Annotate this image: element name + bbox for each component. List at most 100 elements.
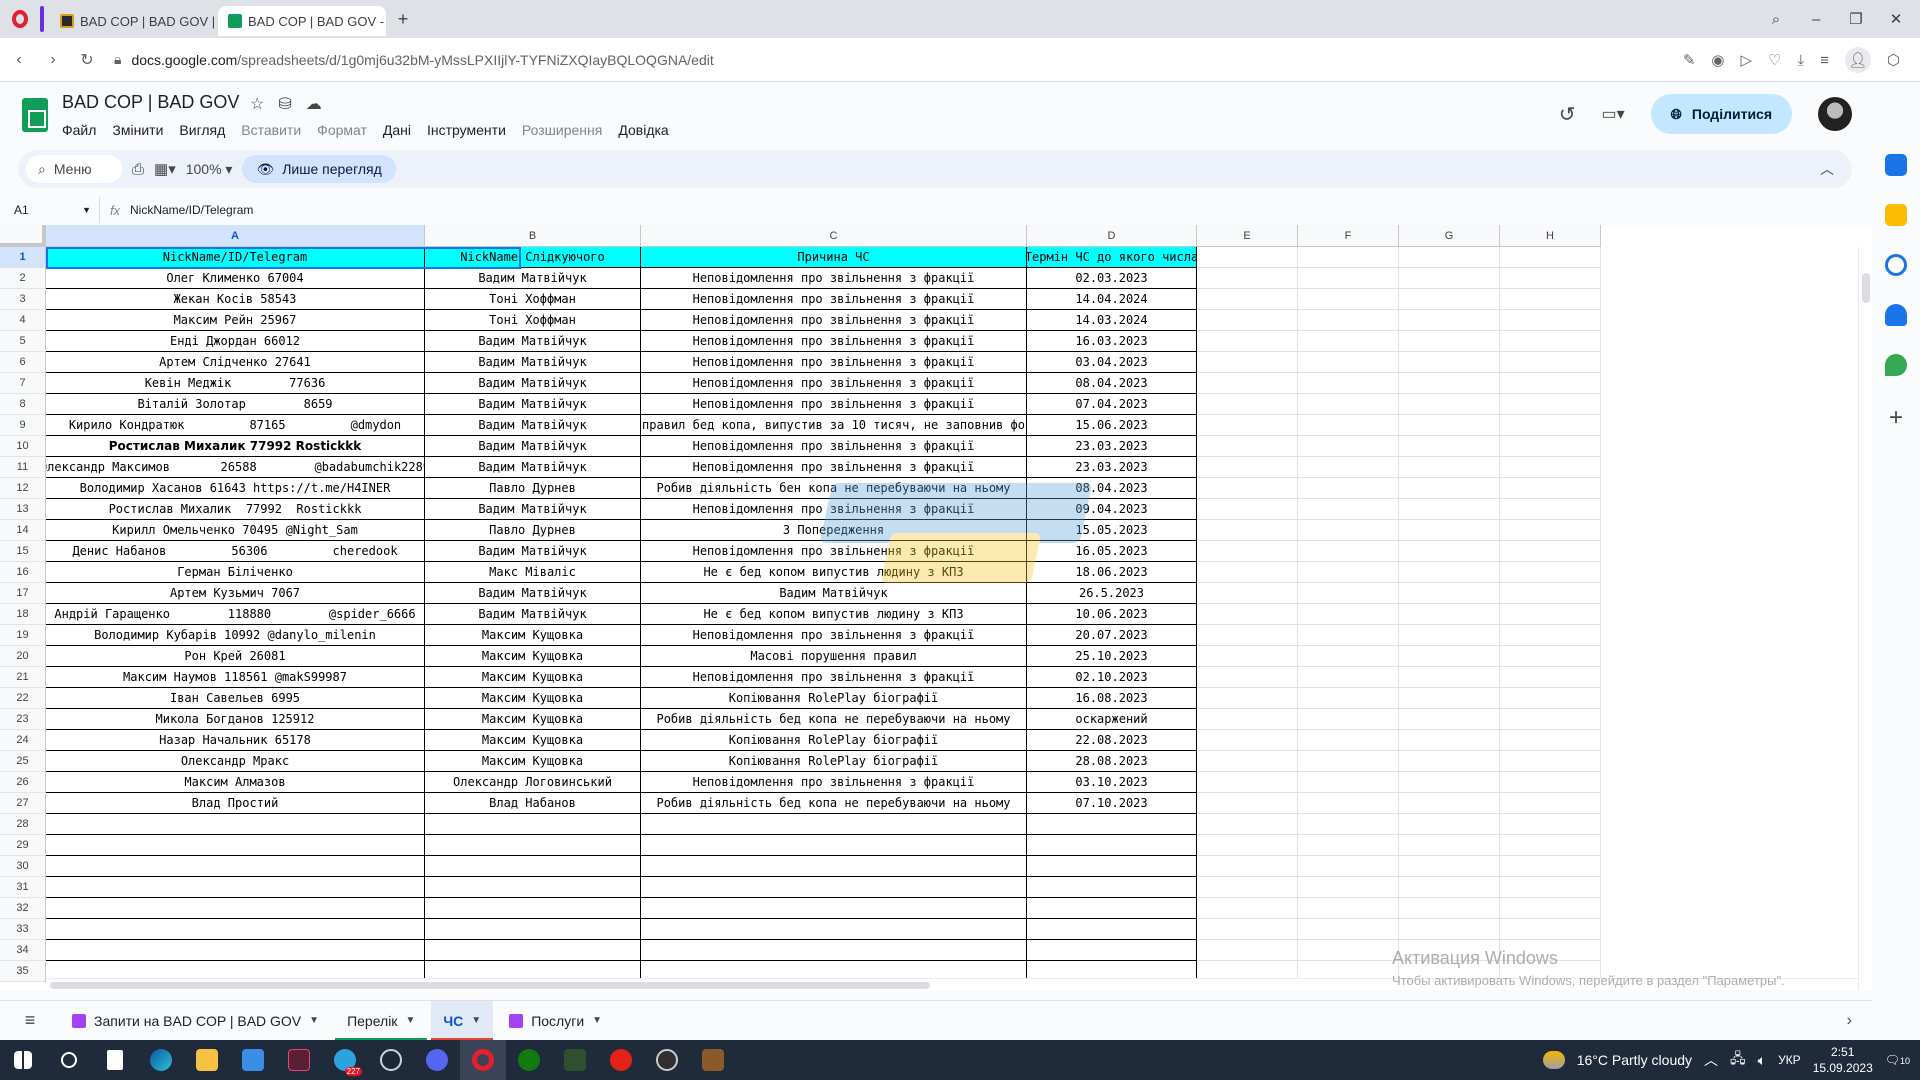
table-cell[interactable] <box>1197 667 1298 688</box>
table-cell[interactable] <box>1197 268 1298 289</box>
table-cell[interactable] <box>1399 415 1500 436</box>
row-header[interactable]: 27 <box>0 793 46 814</box>
table-cell[interactable] <box>1298 919 1399 940</box>
close-window-button[interactable]: ✕ <box>1876 0 1916 38</box>
table-cell[interactable]: Максим Кущовка <box>425 709 641 730</box>
table-cell[interactable]: 20.07.2023 <box>1027 625 1197 646</box>
table-cell[interactable] <box>1399 898 1500 919</box>
table-cell[interactable] <box>1197 541 1298 562</box>
table-cell[interactable]: Неповідомлення про звільнення з фракції <box>641 667 1027 688</box>
avatar[interactable] <box>1818 97 1852 131</box>
table-cell[interactable] <box>1500 793 1601 814</box>
profile-icon[interactable]: 👤︎ <box>1844 47 1871 73</box>
add-addon-icon[interactable]: + <box>1889 404 1903 432</box>
table-cell[interactable] <box>1027 814 1197 835</box>
table-cell[interactable]: 25.10.2023 <box>1027 646 1197 667</box>
table-cell[interactable] <box>1298 415 1399 436</box>
table-cell[interactable] <box>1298 541 1399 562</box>
table-cell[interactable] <box>641 898 1027 919</box>
row-header[interactable]: 7 <box>0 373 46 394</box>
table-cell[interactable]: Ростислав Михалик 77992 Rostickkk <box>46 436 425 457</box>
row-header[interactable]: 2 <box>0 268 46 289</box>
forward-button[interactable]: › <box>36 43 70 77</box>
youtube-icon[interactable] <box>598 1040 644 1080</box>
table-cell[interactable] <box>1298 331 1399 352</box>
move-to-folder-icon[interactable]: ⛁ <box>278 94 291 114</box>
table-cell[interactable] <box>1500 247 1601 268</box>
table-cell[interactable] <box>1500 436 1601 457</box>
table-cell[interactable]: Артем Слідченко 27641 <box>46 352 425 373</box>
print-icon[interactable]: ⎙ <box>132 161 144 178</box>
table-cell[interactable]: Не є бед копом випустив людину з КПЗ <box>641 562 1027 583</box>
table-cell[interactable] <box>1298 436 1399 457</box>
column-header-c[interactable]: C <box>641 225 1027 247</box>
table-cell[interactable]: Неповідомлення про звільнення з фракції <box>641 268 1027 289</box>
table-cell[interactable] <box>1298 457 1399 478</box>
formula-input[interactable]: NickName/ID/Telegram <box>130 203 253 217</box>
table-cell[interactable]: Денис Набанов 56306 cheredook <box>46 541 425 562</box>
table-cell[interactable]: Неповідомлення про звільнення з фракції <box>641 373 1027 394</box>
table-cell[interactable]: Неповідомлення про звільнення з фракції <box>641 436 1027 457</box>
table-cell[interactable]: Вадим Матвійчук <box>641 583 1027 604</box>
table-cell[interactable] <box>1500 583 1601 604</box>
row-header[interactable]: 26 <box>0 772 46 793</box>
table-cell[interactable] <box>1500 352 1601 373</box>
table-cell[interactable] <box>1399 310 1500 331</box>
table-cell[interactable]: Максим Кущовка <box>425 646 641 667</box>
table-cell[interactable]: Максим Рейн 25967 <box>46 310 425 331</box>
table-cell[interactable] <box>425 814 641 835</box>
name-box[interactable]: A1 ▼ <box>0 197 100 223</box>
search-tabs-icon[interactable]: ⌕ <box>1756 0 1796 38</box>
table-cell[interactable]: Вадим Матвійчук <box>425 268 641 289</box>
menu-item[interactable]: Інструменти <box>419 120 514 140</box>
table-cell[interactable]: Робив діяльність бед копа не перебуваючи… <box>641 793 1027 814</box>
new-tab-button[interactable]: + <box>390 6 416 32</box>
table-cell[interactable] <box>1500 667 1601 688</box>
vegas-icon[interactable] <box>276 1040 322 1080</box>
table-cell[interactable]: 16.05.2023 <box>1027 541 1197 562</box>
table-cell[interactable]: 15.06.2023 <box>1027 415 1197 436</box>
row-header[interactable]: 20 <box>0 646 46 667</box>
table-cell[interactable]: 10.06.2023 <box>1027 604 1197 625</box>
menu-item[interactable]: Формат <box>309 120 375 140</box>
table-cell[interactable] <box>1399 436 1500 457</box>
star-icon[interactable]: ☆ <box>250 94 264 114</box>
table-cell[interactable] <box>1197 415 1298 436</box>
table-cell[interactable]: Вадим Матвійчук <box>425 436 641 457</box>
table-cell[interactable]: 03.10.2023 <box>1027 772 1197 793</box>
table-cell[interactable] <box>1399 352 1500 373</box>
table-cell[interactable]: Вадим Матвійчук <box>425 541 641 562</box>
table-cell[interactable] <box>1197 562 1298 583</box>
discord-icon[interactable] <box>414 1040 460 1080</box>
table-cell[interactable] <box>425 835 641 856</box>
table-cell[interactable] <box>1197 457 1298 478</box>
table-cell[interactable] <box>1500 331 1601 352</box>
table-cell[interactable] <box>1027 835 1197 856</box>
column-header-e[interactable]: E <box>1197 225 1298 247</box>
table-cell[interactable] <box>1399 919 1500 940</box>
table-cell[interactable] <box>1197 793 1298 814</box>
column-header-h[interactable]: H <box>1500 225 1601 247</box>
side-panel-toggle-icon[interactable]: › <box>1847 1012 1852 1030</box>
table-cell[interactable] <box>1500 520 1601 541</box>
table-cell[interactable]: Вадим Матвійчук <box>425 415 641 436</box>
row-header[interactable]: 10 <box>0 436 46 457</box>
table-cell[interactable]: Вадим Матвійчук <box>425 583 641 604</box>
table-cell[interactable]: Олександр Максимов 26588 @badabumchik228… <box>46 457 425 478</box>
table-cell[interactable] <box>46 919 425 940</box>
row-header[interactable]: 14 <box>0 520 46 541</box>
table-cell[interactable]: Влад Простий <box>46 793 425 814</box>
row-header[interactable]: 21 <box>0 667 46 688</box>
table-cell[interactable] <box>1399 457 1500 478</box>
table-cell[interactable] <box>1298 373 1399 394</box>
table-cell[interactable]: 03.04.2023 <box>1027 352 1197 373</box>
sheet-tab[interactable]: Послуги ▼ <box>497 1001 614 1041</box>
volume-icon[interactable]: 🔈︎ <box>1758 1052 1766 1069</box>
table-cell[interactable] <box>1399 499 1500 520</box>
table-cell[interactable] <box>1500 289 1601 310</box>
table-cell[interactable]: Максим Кущовка <box>425 730 641 751</box>
row-header[interactable]: 35 <box>0 961 46 982</box>
table-cell[interactable] <box>1197 709 1298 730</box>
table-cell[interactable]: Вадим Матвійчук <box>425 604 641 625</box>
table-cell[interactable]: Герман Біліченко <box>46 562 425 583</box>
